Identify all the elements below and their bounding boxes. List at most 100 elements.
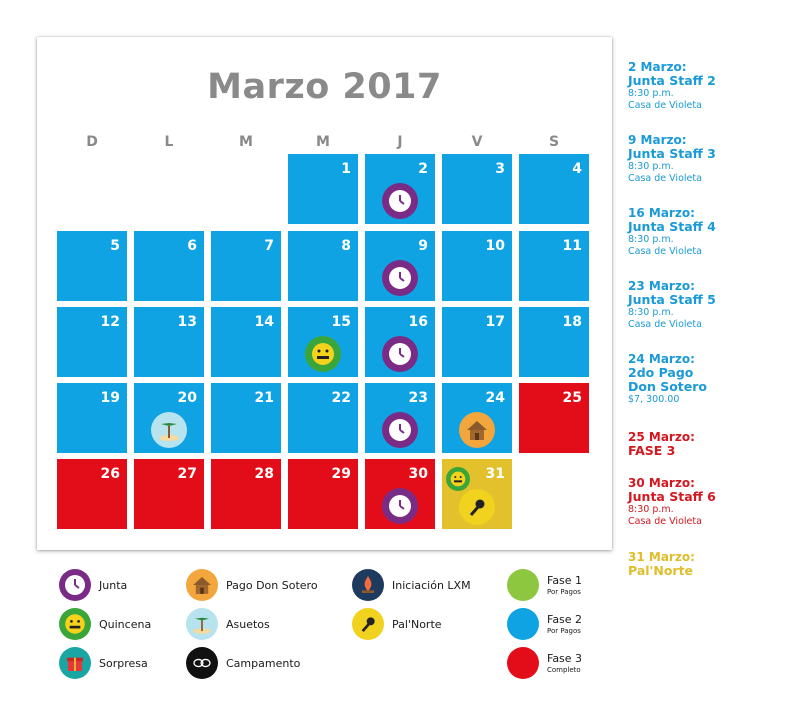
day-cell[interactable]: 13: [134, 307, 204, 377]
day-number: 9: [418, 238, 428, 254]
day-cell[interactable]: 7: [211, 231, 281, 301]
day-number: 2: [418, 161, 428, 177]
day-number: 3: [495, 161, 505, 177]
day-number: 30: [408, 466, 428, 482]
day-cell[interactable]: 14: [211, 307, 281, 377]
day-cell[interactable]: 26: [57, 459, 127, 529]
day-cell[interactable]: 22: [288, 383, 358, 453]
weekday-sunday: D: [86, 134, 98, 150]
legend-label: Asuetos: [226, 617, 270, 631]
day-number: 17: [485, 314, 505, 330]
day-number: 4: [572, 161, 582, 177]
day-cell[interactable]: 29: [288, 459, 358, 529]
day-number: 21: [254, 390, 274, 406]
day-cell[interactable]: 24: [442, 383, 512, 453]
day-number: 12: [100, 314, 120, 330]
island-icon: [151, 412, 187, 448]
weekday-tuesday: M: [239, 134, 253, 150]
legend-label: Iniciación LXM: [392, 578, 471, 592]
day-cell[interactable]: 12: [57, 307, 127, 377]
day-cell[interactable]: 30: [365, 459, 435, 529]
day-number: 14: [254, 314, 274, 330]
event-item: 31 Marzo: Pal'Norte: [628, 550, 695, 578]
day-cell[interactable]: 2: [365, 154, 435, 224]
legend-pago-don-sotero: Pago Don Sotero: [186, 569, 318, 601]
day-cell[interactable]: 8: [288, 231, 358, 301]
legend-sorpresa: Sorpresa: [59, 647, 148, 679]
day-cell[interactable]: 20: [134, 383, 204, 453]
event-item: 2 Marzo: Junta Staff 2 8:30 p.m. Casa de…: [628, 60, 716, 111]
legend-label: Quincena: [99, 617, 152, 631]
day-number: 28: [254, 466, 274, 482]
day-cell[interactable]: 21: [211, 383, 281, 453]
legend-label: Pago Don Sotero: [226, 578, 318, 592]
fase3-swatch: [507, 647, 539, 679]
island-icon: [186, 608, 218, 640]
legend-label: Campamento: [226, 656, 301, 670]
day-number: 24: [485, 390, 505, 406]
day-cell[interactable]: 10: [442, 231, 512, 301]
day-cell[interactable]: 19: [57, 383, 127, 453]
day-cell[interactable]: 15: [288, 307, 358, 377]
clock-icon: [382, 183, 418, 219]
day-number: 22: [331, 390, 351, 406]
event-item: 24 Marzo: 2do Pago Don Sotero $7, 300.00: [628, 352, 708, 405]
day-cell[interactable]: 28: [211, 459, 281, 529]
hut-icon: [459, 412, 495, 448]
weekday-thursday: J: [397, 134, 403, 150]
day-number: 6: [187, 238, 197, 254]
clock-icon: [59, 569, 91, 601]
day-cell[interactable]: 25: [519, 383, 589, 453]
event-item: 25 Marzo: FASE 3: [628, 430, 695, 458]
legend-label: Fase 3 Completo: [547, 652, 583, 674]
event-item: 23 Marzo: Junta Staff 5 8:30 p.m. Casa d…: [628, 279, 716, 330]
day-cell[interactable]: 9: [365, 231, 435, 301]
day-number: 18: [562, 314, 582, 330]
day-number: 1: [341, 161, 351, 177]
weekday-monday: L: [164, 134, 174, 150]
day-cell[interactable]: 4: [519, 154, 589, 224]
day-cell[interactable]: 31: [442, 459, 512, 529]
day-number: 26: [100, 466, 120, 482]
microphone-icon: [459, 489, 495, 525]
legend-fase3: Fase 3 Completo: [507, 647, 582, 679]
day-cell[interactable]: 27: [134, 459, 204, 529]
fase2-swatch: [507, 608, 539, 640]
day-cell[interactable]: 6: [134, 231, 204, 301]
microphone-icon: [352, 608, 384, 640]
legend-iniciacion: Iniciación LXM: [352, 569, 471, 601]
day-cell[interactable]: 11: [519, 231, 589, 301]
day-number: 10: [485, 238, 505, 254]
legend-palnorte: Pal'Norte: [352, 608, 442, 640]
day-number: 7: [264, 238, 274, 254]
legend-fase1: Fase 1 Por Pagos: [507, 569, 582, 601]
hut-icon: [186, 569, 218, 601]
legend-fase2: Fase 2 Por Pagos: [507, 608, 582, 640]
event-item: 30 Marzo: Junta Staff 6 8:30 p.m. Casa d…: [628, 476, 716, 527]
campamento-icon: [186, 647, 218, 679]
day-cell[interactable]: 5: [57, 231, 127, 301]
day-cell[interactable]: 17: [442, 307, 512, 377]
day-number: 25: [562, 390, 582, 406]
day-cell[interactable]: 16: [365, 307, 435, 377]
clock-icon: [382, 488, 418, 524]
day-number: 16: [408, 314, 428, 330]
legend-label: Fase 2 Por Pagos: [547, 613, 583, 635]
legend-label: Sorpresa: [99, 656, 148, 670]
day-cell[interactable]: 1: [288, 154, 358, 224]
legend-campamento: Campamento: [186, 647, 300, 679]
legend-asuetos: Asuetos: [186, 608, 270, 640]
event-item: 16 Marzo: Junta Staff 4 8:30 p.m. Casa d…: [628, 206, 716, 257]
day-number: 13: [177, 314, 197, 330]
day-cell[interactable]: 3: [442, 154, 512, 224]
event-item: 9 Marzo: Junta Staff 3 8:30 p.m. Casa de…: [628, 133, 716, 184]
day-cell[interactable]: 23: [365, 383, 435, 453]
day-number: 15: [331, 314, 351, 330]
weekday-friday: V: [471, 134, 483, 150]
clock-icon: [382, 336, 418, 372]
legend-junta: Junta: [59, 569, 127, 601]
calendar-title: Marzo 2017: [207, 67, 442, 107]
calendar-card: Marzo 2017 D L M M J V S 1 2 3 4 5 6 7 8…: [37, 37, 612, 550]
fase1-swatch: [507, 569, 539, 601]
day-cell[interactable]: 18: [519, 307, 589, 377]
